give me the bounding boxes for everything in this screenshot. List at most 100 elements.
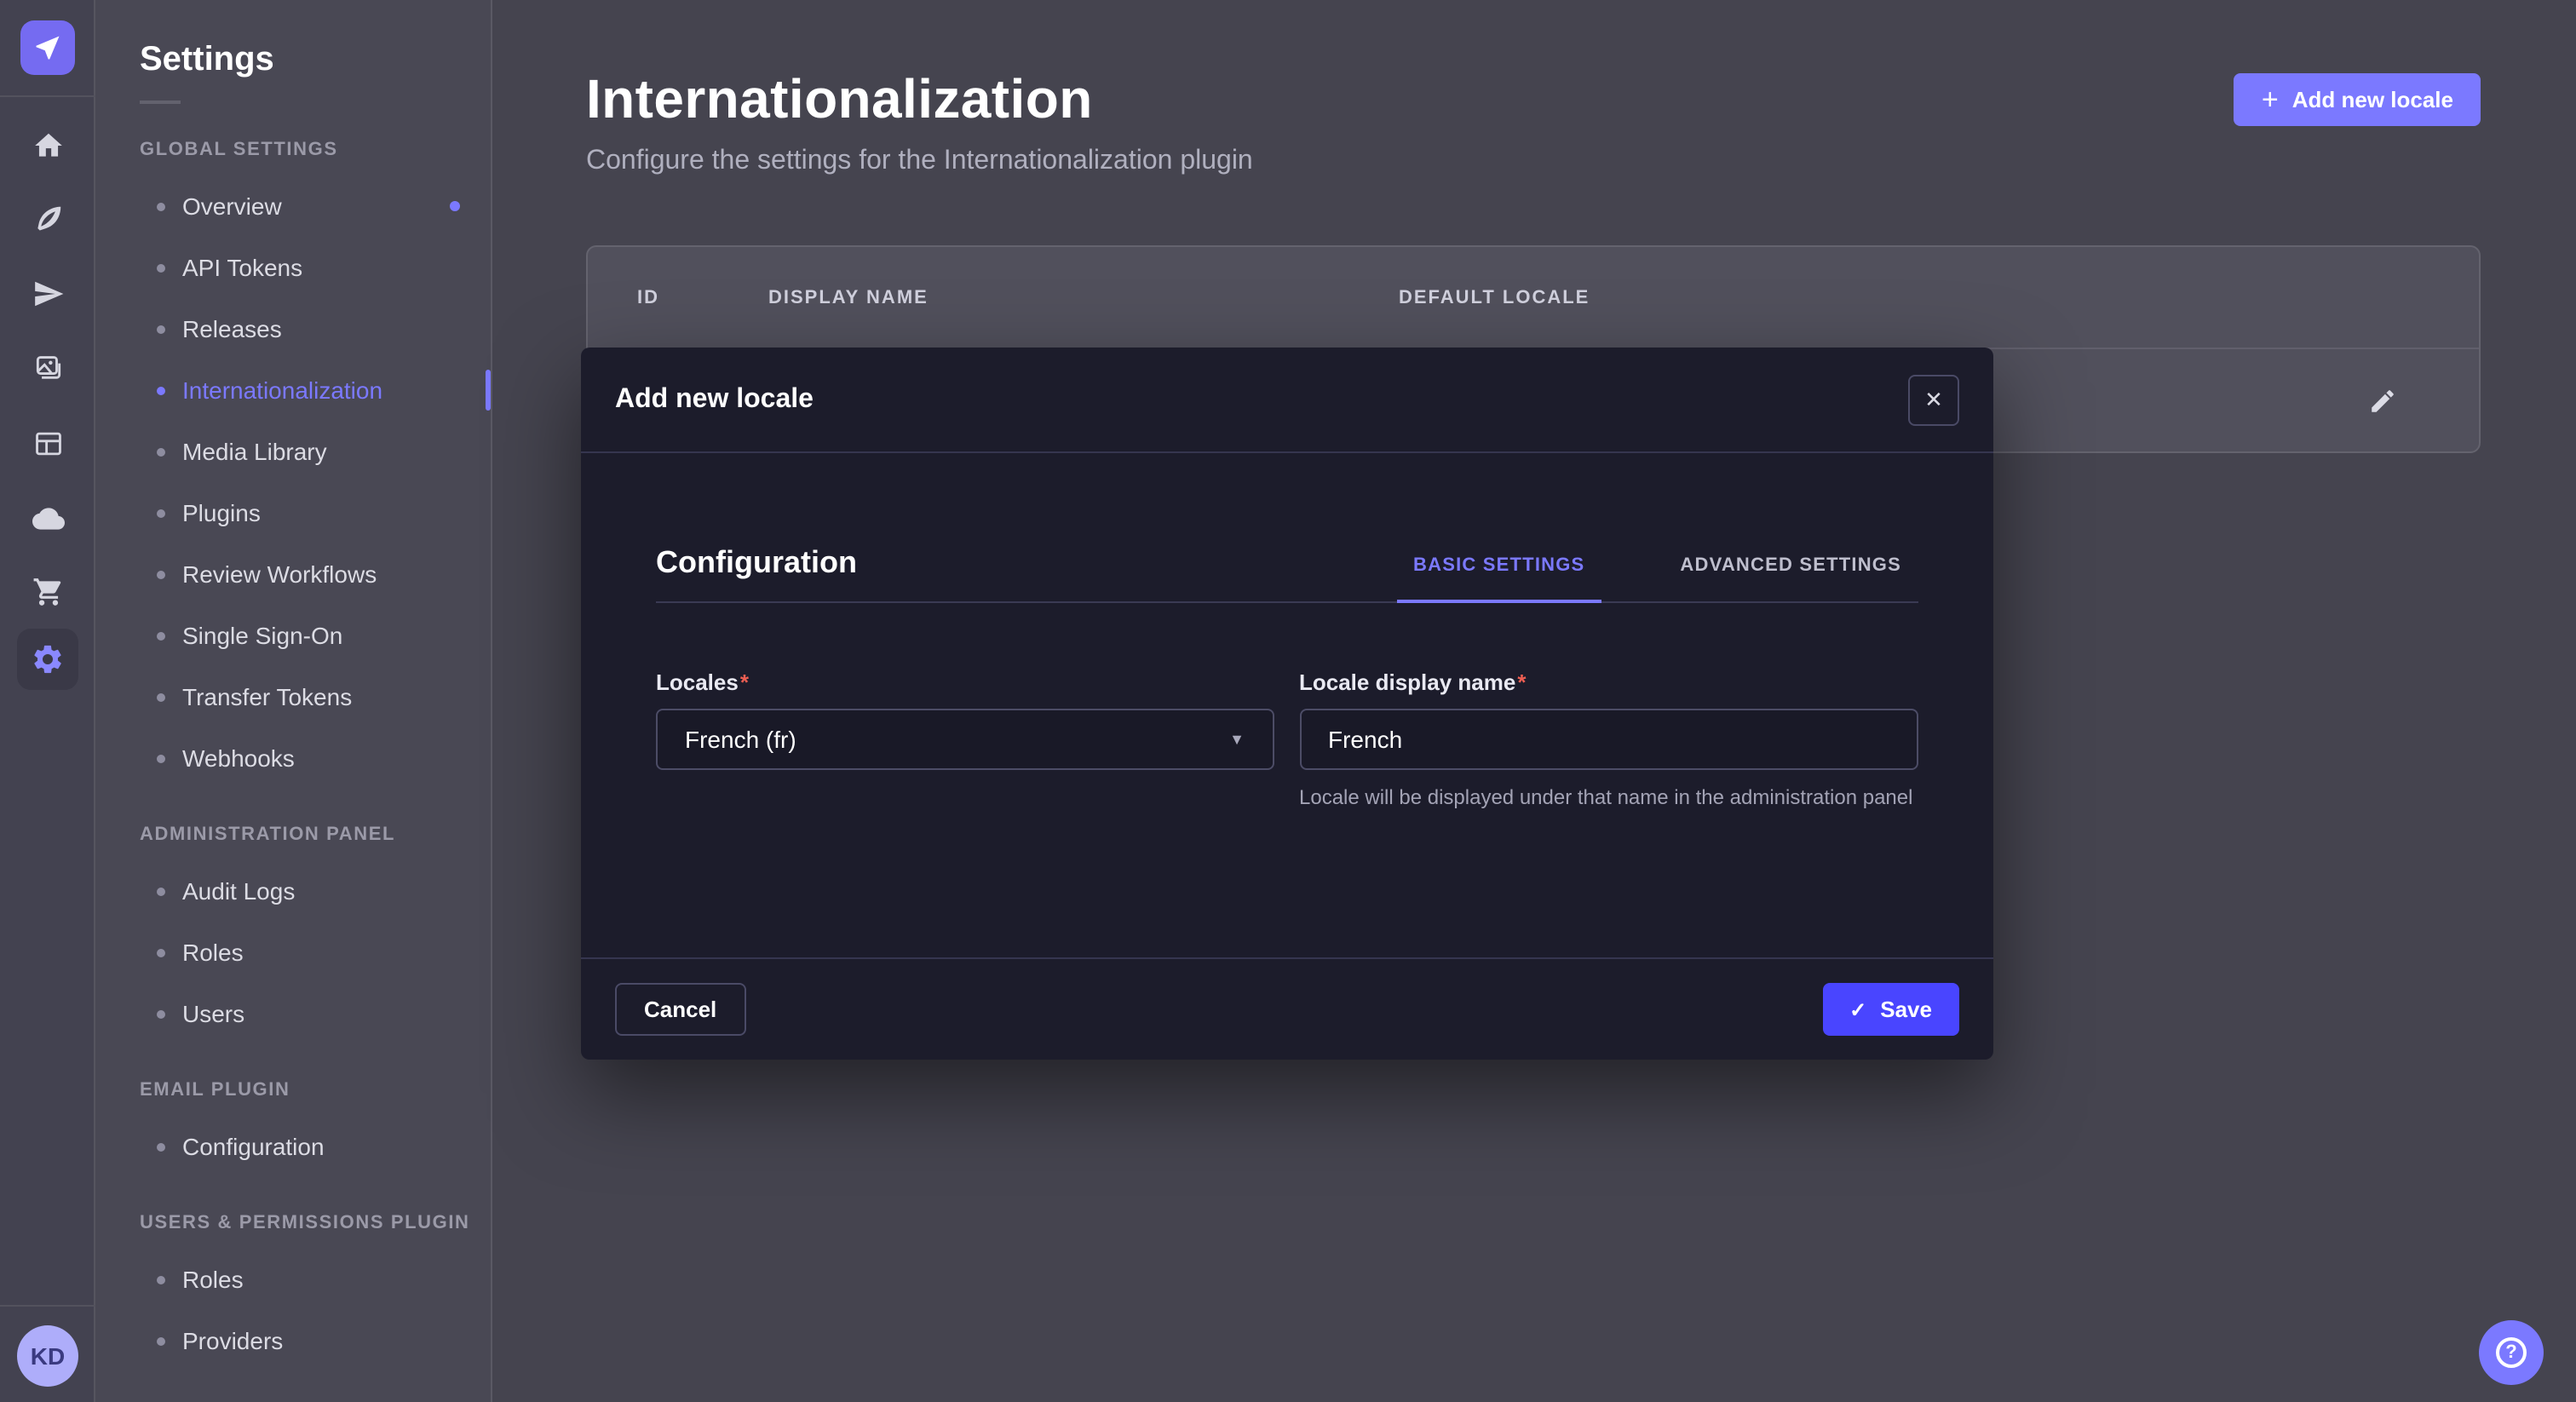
sidebar-item-label: Releases (182, 315, 282, 342)
sidebar-item-label: Roles (182, 1266, 244, 1293)
sidebar-item-label: Configuration (182, 1133, 325, 1160)
chevron-down-icon: ▼ (1229, 731, 1245, 748)
plus-icon: + (2262, 84, 2279, 113)
sidebar-item-label: Overview (182, 192, 282, 220)
sidebar-item-review-workflows[interactable]: Review Workflows (95, 543, 491, 605)
send-paper-plane-icon[interactable] (0, 259, 95, 327)
rail-divider (0, 1305, 95, 1307)
sidebar-item-email-configuration[interactable]: Configuration (95, 1116, 491, 1177)
bullet-icon (157, 1275, 165, 1284)
marketplace-cart-icon[interactable] (0, 557, 95, 625)
display-name-hint: Locale will be displayed under that name… (1299, 784, 1918, 811)
sidebar-item-webhooks[interactable]: Webhooks (95, 727, 491, 789)
sidebar-item-up-providers[interactable]: Providers (95, 1310, 491, 1371)
sidebar-item-label: Review Workflows (182, 560, 377, 588)
configuration-header: Configuration BASIC SETTINGS ADVANCED SE… (656, 525, 1918, 603)
sidebar-item-api-tokens[interactable]: API Tokens (95, 237, 491, 298)
cancel-button[interactable]: Cancel (615, 983, 745, 1036)
sidebar-item-media-library[interactable]: Media Library (95, 421, 491, 482)
locales-select[interactable]: French (fr) ▼ (656, 709, 1274, 770)
strapi-logo-icon (32, 32, 63, 63)
add-new-locale-modal: Add new locale ✕ Configuration BASIC SET… (581, 348, 1993, 1060)
administration-panel-list: Audit Logs Roles Users (95, 860, 491, 1044)
content-feather-icon[interactable] (0, 184, 95, 252)
configuration-title: Configuration (656, 545, 857, 601)
sidebar-item-label: Single Sign-On (182, 622, 342, 649)
bullet-icon (157, 948, 165, 957)
locales-field: Locales* French (fr) ▼ (656, 668, 1274, 811)
sidebar-item-label: Users (182, 1000, 244, 1027)
sidebar-item-label: Internationalization (182, 376, 382, 404)
notification-dot-icon (450, 201, 460, 211)
sidebar-item-releases[interactable]: Releases (95, 298, 491, 359)
bullet-icon (157, 447, 165, 456)
locales-label-text: Locales (656, 669, 739, 695)
display-name-input[interactable] (1299, 709, 1918, 770)
sidebar-item-label: Webhooks (182, 744, 295, 772)
section-header-global-settings: GLOBAL SETTINGS (140, 124, 491, 175)
sidebar-item-label: API Tokens (182, 254, 302, 281)
edit-pencil-icon (2367, 386, 2396, 415)
layout-panel-icon[interactable] (0, 409, 95, 477)
tab-advanced-settings[interactable]: ADVANCED SETTINGS (1663, 555, 1918, 603)
bullet-icon (157, 202, 165, 210)
bullet-icon (157, 1336, 165, 1345)
rail-divider (0, 95, 95, 97)
sidebar-title-divider (140, 101, 181, 104)
sidebar-item-overview[interactable]: Overview (95, 175, 491, 237)
help-button[interactable]: ? (2479, 1320, 2544, 1385)
display-name-field: Locale display name* Locale will be disp… (1299, 668, 1918, 811)
sidebar-item-plugins[interactable]: Plugins (95, 482, 491, 543)
modal-header: Add new locale ✕ (581, 348, 1993, 453)
save-button[interactable]: ✓ Save (1822, 983, 1959, 1036)
sidebar-item-internationalization[interactable]: Internationalization (95, 359, 491, 421)
bullet-icon (157, 570, 165, 578)
edit-locale-button[interactable] (2355, 373, 2409, 428)
display-name-label: Locale display name* (1299, 669, 1526, 695)
global-settings-list: Overview API Tokens Releases Internation… (95, 175, 491, 789)
sidebar-item-audit-logs[interactable]: Audit Logs (95, 860, 491, 922)
modal-body: Configuration BASIC SETTINGS ADVANCED SE… (581, 453, 1993, 957)
bullet-icon (157, 509, 165, 517)
tab-basic-settings[interactable]: BASIC SETTINGS (1396, 555, 1601, 603)
column-header-id: ID (637, 287, 768, 307)
strapi-logo[interactable] (20, 20, 75, 75)
check-icon: ✓ (1849, 997, 1866, 1021)
page-title: Internationalization (586, 68, 1093, 131)
app-window: KD Settings GLOBAL SETTINGS Overview API… (0, 0, 2576, 1402)
locales-select-value: French (fr) (685, 726, 796, 753)
close-modal-button[interactable]: ✕ (1908, 374, 1959, 425)
question-mark-icon: ? (2496, 1337, 2527, 1368)
home-icon[interactable] (0, 111, 95, 179)
modal-title: Add new locale (615, 384, 814, 415)
table-header-row: ID DISPLAY NAME DEFAULT LOCALE (588, 247, 2479, 349)
user-avatar[interactable]: KD (17, 1325, 78, 1387)
media-library-icon[interactable] (0, 334, 95, 402)
bullet-icon (157, 325, 165, 333)
email-plugin-list: Configuration (95, 1116, 491, 1177)
sidebar-item-label: Audit Logs (182, 877, 295, 905)
required-asterisk: * (740, 669, 749, 695)
save-button-label: Save (1880, 997, 1932, 1022)
bullet-icon (157, 692, 165, 701)
bullet-icon (157, 1142, 165, 1151)
locales-label: Locales* (656, 669, 749, 695)
sidebar-item-up-roles[interactable]: Roles (95, 1249, 491, 1310)
display-name-label-text: Locale display name (1299, 669, 1515, 695)
modal-footer: Cancel ✓ Save (581, 957, 1993, 1060)
active-item-indicator (486, 370, 491, 411)
users-permissions-list: Roles Providers (95, 1249, 491, 1371)
page-subtitle: Configure the settings for the Internati… (586, 147, 1253, 177)
section-header-email-plugin: EMAIL PLUGIN (140, 1065, 491, 1116)
sidebar-item-transfer-tokens[interactable]: Transfer Tokens (95, 666, 491, 727)
cloud-icon[interactable] (0, 484, 95, 552)
settings-tabs: BASIC SETTINGS ADVANCED SETTINGS (1396, 555, 1918, 601)
add-new-locale-button-label: Add new locale (2292, 87, 2453, 112)
settings-gear-icon[interactable] (17, 629, 78, 690)
add-new-locale-button[interactable]: + Add new locale (2234, 73, 2481, 126)
sidebar-item-admin-users[interactable]: Users (95, 983, 491, 1044)
sidebar-item-single-sign-on[interactable]: Single Sign-On (95, 605, 491, 666)
sidebar-item-admin-roles[interactable]: Roles (95, 922, 491, 983)
bullet-icon (157, 754, 165, 762)
sidebar-item-label: Roles (182, 939, 244, 966)
